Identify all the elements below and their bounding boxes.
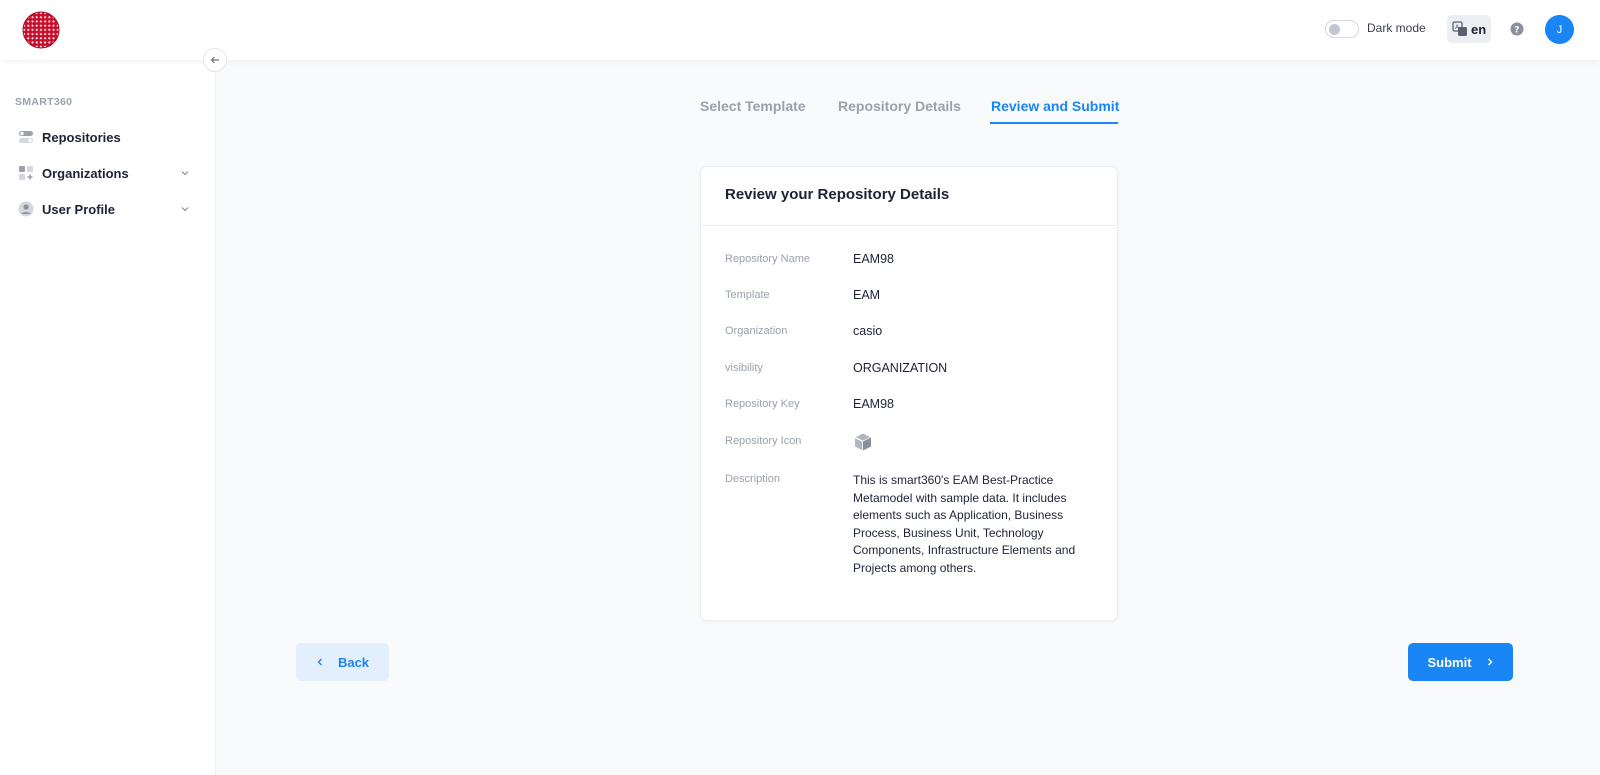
user-icon <box>18 201 34 217</box>
active-step-indicator <box>990 122 1118 124</box>
repository-icon-label: Repository Icon <box>725 435 802 447</box>
language-label: en <box>1471 21 1487 37</box>
back-button[interactable]: Back <box>296 643 389 681</box>
step-select-template[interactable]: Select Template <box>700 98 806 114</box>
chevron-right-icon <box>1487 658 1493 666</box>
template-label: Template <box>725 289 770 301</box>
dark-mode-toggle[interactable] <box>1325 20 1359 38</box>
sidebar-item-organizations[interactable]: Organizations <box>0 157 216 189</box>
dark-mode-label: Dark mode <box>1367 21 1426 35</box>
visibility-label: visibility <box>725 362 763 374</box>
toggles-icon <box>19 131 33 143</box>
card-title: Review your Repository Details <box>725 186 950 203</box>
back-button-label: Back <box>337 654 370 670</box>
sidebar-item-label: Organizations <box>42 165 129 181</box>
description-value: This is smart360's EAM Best-Practice Met… <box>853 473 1076 575</box>
step-review-and-submit[interactable]: Review and Submit <box>991 98 1119 114</box>
step-repository-details[interactable]: Repository Details <box>838 98 961 114</box>
top-header: Dark mode A en ? J <box>0 0 1600 60</box>
organization-label: Organization <box>725 325 788 337</box>
repository-name-value: EAM98 <box>853 252 894 266</box>
user-avatar[interactable]: J <box>1545 15 1574 44</box>
submit-button-label: Submit <box>1427 654 1472 670</box>
svg-text:?: ? <box>1514 26 1519 36</box>
sidebar-collapse-button[interactable] <box>203 48 227 72</box>
cube-icon <box>854 433 872 451</box>
repository-key-label: Repository Key <box>725 398 800 410</box>
globe-logo-icon[interactable] <box>22 11 60 49</box>
sidebar-item-label: Repositories <box>42 129 121 145</box>
chevron-down-icon <box>181 207 189 212</box>
submit-button[interactable]: Submit <box>1408 643 1513 681</box>
repository-name-label: Repository Name <box>725 253 810 265</box>
sidebar-item-repositories[interactable]: Repositories <box>0 121 216 153</box>
toggle-knob <box>1329 24 1340 35</box>
description-label: Description <box>725 473 781 485</box>
translate-icon: A <box>1452 21 1467 36</box>
template-value: EAM <box>853 288 881 302</box>
grid-plus-icon <box>19 166 33 180</box>
sidebar-item-label: User Profile <box>42 201 115 217</box>
card-divider <box>701 225 1117 226</box>
sidebar-item-user-profile[interactable]: User Profile <box>0 193 216 225</box>
language-button[interactable]: A en <box>1447 15 1491 43</box>
repository-key-value: EAM98 <box>853 397 894 411</box>
chevron-down-icon <box>181 171 189 176</box>
help-icon[interactable]: ? <box>1510 22 1524 36</box>
visibility-value: ORGANIZATION <box>853 361 948 375</box>
chevron-left-icon <box>317 658 322 666</box>
sidebar-section-label: SMART360 <box>15 96 73 108</box>
arrow-left-icon <box>210 56 219 64</box>
organization-value: casio <box>853 324 883 338</box>
review-card: Review your Repository Details Repositor… <box>700 166 1118 621</box>
